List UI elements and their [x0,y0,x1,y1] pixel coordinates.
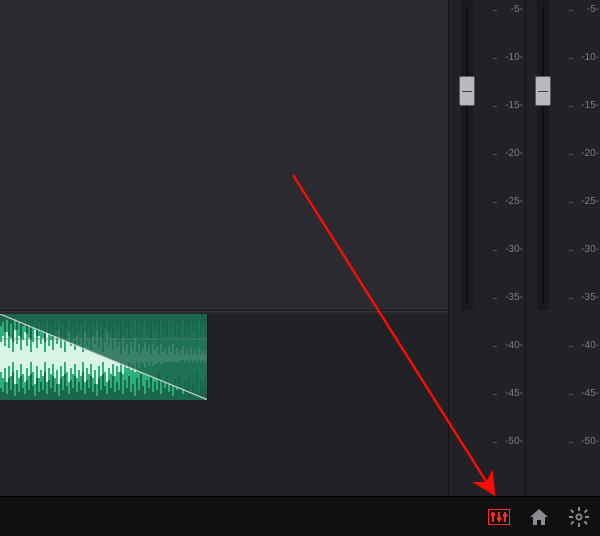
meter-scale-tick [569,394,573,395]
meter-channel-2: -5- -10- -15- -20- -25- -30- -35- -40- -45- -50- [533,0,600,496]
app-root: -5--10--15--20--25--30--35--40--45--50- … [0,0,600,536]
meter-scale-tick [493,442,497,443]
meter-scale-tick [493,250,497,251]
home-icon [529,508,549,526]
meter-scale-label: -50- [499,437,523,447]
meter-scale-tick [569,58,573,59]
home-button[interactable] [528,506,550,528]
meter-scale-label: -25- [499,197,523,207]
meter-scale-tick [493,154,497,155]
fader-handle-1[interactable] [459,76,475,106]
meter-scale-tick [569,106,573,107]
meter-scale-tick [493,202,497,203]
meter-scale-label: -45- [499,389,523,399]
meter-scale-label: -30- [575,245,599,255]
meter-separator [525,0,526,496]
meter-scale-tick [569,298,573,299]
meter-scale-label: -50- [575,437,599,447]
meter-scale-label: -20- [575,149,599,159]
meter-scale-label: -5- [575,5,599,15]
meter-scale-label: -35- [575,293,599,303]
meter-scale-label: -20- [499,149,523,159]
mixer-button[interactable] [488,506,510,528]
meter-scale-tick [493,10,497,11]
timeline-panel [0,0,448,496]
meter-scale-label: -40- [575,341,599,351]
meter-scale-tick [493,298,497,299]
meter-scale-label: -10- [499,53,523,63]
meter-scale-label: -5- [499,5,523,15]
fader-track-2[interactable] [537,0,549,310]
meter-scale-label: -25- [575,197,599,207]
bottom-bar [0,496,600,536]
meter-scale-tick [493,346,497,347]
meter-scale-tick [493,394,497,395]
mixer-icon [488,509,510,525]
meter-scale-tick [569,250,573,251]
settings-button[interactable] [568,506,590,528]
meter-scale-tick [569,10,573,11]
meter-scale-tick [493,58,497,59]
meter-scale-label: -10- [575,53,599,63]
waveform-icon [0,314,208,400]
meter-channel-1: -5- -10- -15- -20- -25- -30- -35- -40- -45- -50- [457,0,525,496]
meter-scale-label: -30- [499,245,523,255]
meter-scale-tick [569,346,573,347]
meter-scale-label: -35- [499,293,523,303]
fader-track-1[interactable] [461,0,473,310]
meter-scale-label: -15- [575,101,599,111]
timeline-empty-below[interactable] [0,400,448,496]
audio-clip[interactable] [0,314,208,400]
meter-scale-tick [493,106,497,107]
meter-scale-tick [569,154,573,155]
timeline-empty-track[interactable] [0,0,448,312]
timeline-empty-right[interactable] [208,314,448,400]
meter-scale-tick [569,202,573,203]
fader-handle-2[interactable] [535,76,551,106]
meter-scale-tick [569,442,573,443]
meter-scale-label: -15- [499,101,523,111]
meter-scale-label: -40- [499,341,523,351]
gear-icon [569,507,589,527]
meters-panel: -5--10--15--20--25--30--35--40--45--50- … [448,0,600,496]
meter-scale-label: -45- [575,389,599,399]
